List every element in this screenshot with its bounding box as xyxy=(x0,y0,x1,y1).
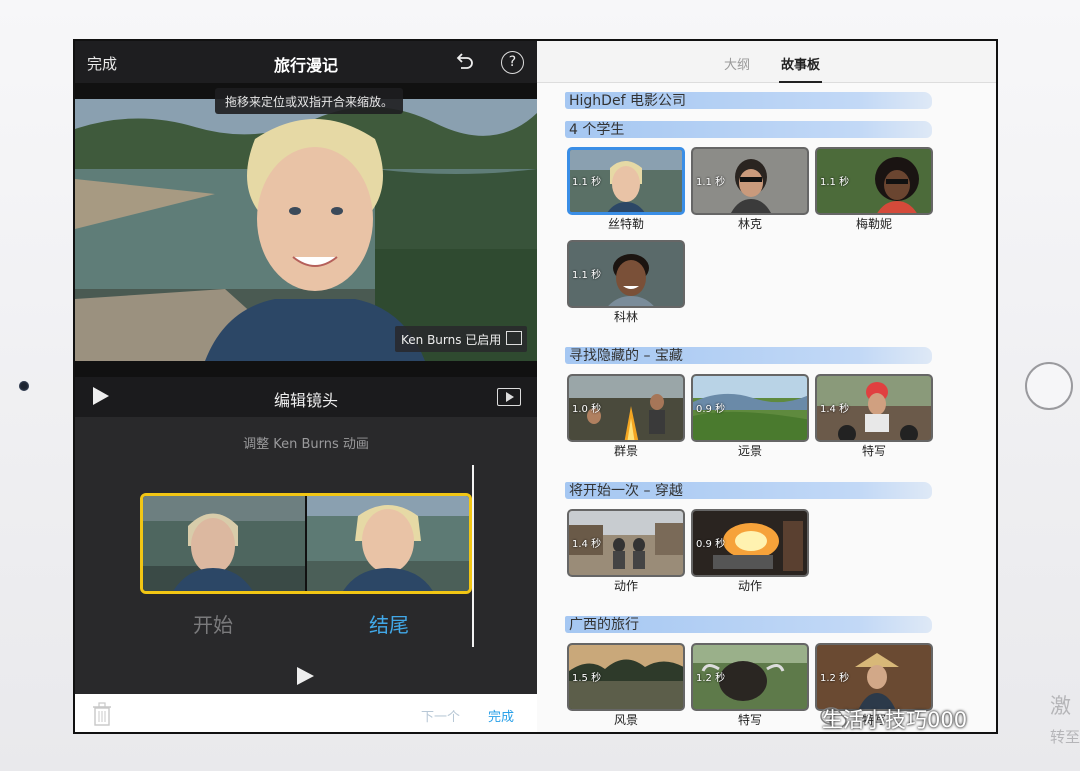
video-viewer[interactable]: 拖移来定位或双指开合来缩放。 Ken Burns 已启用 xyxy=(75,83,537,377)
shot-caption: 林克 xyxy=(737,217,762,231)
tab-bar: 大纲 故事板 xyxy=(537,41,996,83)
shot-duration: 1.1 秒 xyxy=(572,177,602,188)
shot-caption: 群景 xyxy=(613,444,638,458)
shot-caption: 梅勒妮 xyxy=(855,217,892,231)
shot-caption: 动作 xyxy=(613,579,638,593)
watermark-text: 生活小技巧000 xyxy=(822,708,968,732)
next-button[interactable]: 下一个 xyxy=(421,706,460,725)
shot-duration: 0.9 秒 xyxy=(696,404,726,415)
playhead[interactable] xyxy=(472,465,474,647)
ken-burns-frame-strip xyxy=(143,496,469,591)
shot-duration: 1.4 秒 xyxy=(572,539,602,550)
shot-duration: 1.1 秒 xyxy=(820,177,850,188)
ken-burns-panel: 调整 Ken Burns 动画 开始 结尾 xyxy=(75,417,537,694)
shot-duration: 0.9 秒 xyxy=(696,539,726,550)
trash-icon[interactable] xyxy=(93,702,111,726)
home-button[interactable] xyxy=(1025,362,1073,410)
shot-caption: 丝特勒 xyxy=(607,217,644,231)
section-title: 4 个学生 xyxy=(569,122,625,138)
company-banner: HighDef 电影公司 xyxy=(565,89,932,111)
fullscreen-play-icon[interactable] xyxy=(497,388,521,406)
section-title: 寻找隐藏的 – 宝藏 xyxy=(569,348,683,364)
ken-burns-status: Ken Burns 已启用 xyxy=(401,333,502,347)
section-header[interactable]: 4 个学生 xyxy=(565,118,932,140)
edit-clip-bar: 编辑镜头 xyxy=(75,377,537,417)
shot-duration: 1.0 秒 xyxy=(572,404,602,415)
shot-duration: 1.2 秒 xyxy=(820,673,850,684)
finish-button[interactable]: 完成 xyxy=(488,706,514,725)
help-icon[interactable]: ? xyxy=(501,51,524,74)
side-watermark-line1: 激 xyxy=(1050,694,1071,718)
shot-duration: 1.5 秒 xyxy=(572,673,602,684)
top-bar: 完成 旅行漫记 ? xyxy=(75,41,537,83)
shot-duration: 1.1 秒 xyxy=(696,177,726,188)
end-frame-label[interactable]: 结尾 xyxy=(369,609,409,638)
section-title: 广西的旅行 xyxy=(569,617,639,633)
adjust-ken-burns-label: 调整 Ken Burns 动画 xyxy=(243,437,369,452)
shot-duration: 1.4 秒 xyxy=(820,404,850,415)
ken-burns-icon xyxy=(506,331,522,345)
shot-caption: 远景 xyxy=(737,444,762,458)
imovie-screen: 完成 旅行漫记 ? 拖移来定位或双指开合来缩放。 Ken Burns 已启用 编… xyxy=(73,39,998,734)
section-header[interactable]: 广西的旅行 xyxy=(565,613,932,635)
section-header[interactable]: 将开始一次 – 穿越 xyxy=(565,479,932,501)
side-watermark-line2: 转至 xyxy=(1050,728,1080,746)
ken-burns-toggle[interactable]: Ken Burns 已启用 xyxy=(395,326,527,352)
tab-storyboard[interactable]: 故事板 xyxy=(778,54,823,83)
company-name: HighDef 电影公司 xyxy=(569,93,686,109)
start-frame-label[interactable]: 开始 xyxy=(193,609,233,638)
shot-caption: 风景 xyxy=(613,713,638,727)
edit-clip-label: 编辑镜头 xyxy=(273,391,338,410)
tab-outline[interactable]: 大纲 xyxy=(724,54,750,73)
preview-play-icon[interactable] xyxy=(297,667,314,685)
shot-caption: 特写 xyxy=(861,444,886,458)
shot-duration: 1.1 秒 xyxy=(572,270,602,281)
shot-duration: 1.2 秒 xyxy=(696,673,726,684)
shot-caption: 动作 xyxy=(737,579,762,593)
ken-burns-frames[interactable] xyxy=(140,493,472,594)
gesture-hint: 拖移来定位或双指开合来缩放。 xyxy=(215,88,404,114)
shot-caption: 科林 xyxy=(613,310,638,324)
ipad-device: 完成 旅行漫记 ? 拖移来定位或双指开合来缩放。 Ken Burns 已启用 编… xyxy=(0,0,1080,771)
undo-icon[interactable] xyxy=(453,51,475,73)
shot-caption: 特写 xyxy=(737,713,762,727)
section-title: 将开始一次 – 穿越 xyxy=(569,483,683,499)
bottom-bar: 下一个 完成 xyxy=(75,694,537,732)
front-camera xyxy=(19,381,29,391)
section-header[interactable]: 寻找隐藏的 – 宝藏 xyxy=(565,344,932,366)
storyboard-pane: 大纲 故事板 HighDef 电影公司 4 个学生 1.1 秒 丝特勒 1.1 … xyxy=(537,41,996,732)
editor-pane: 完成 旅行漫记 ? 拖移来定位或双指开合来缩放。 Ken Burns 已启用 编… xyxy=(75,41,537,732)
viewer-frame-image xyxy=(75,99,537,361)
